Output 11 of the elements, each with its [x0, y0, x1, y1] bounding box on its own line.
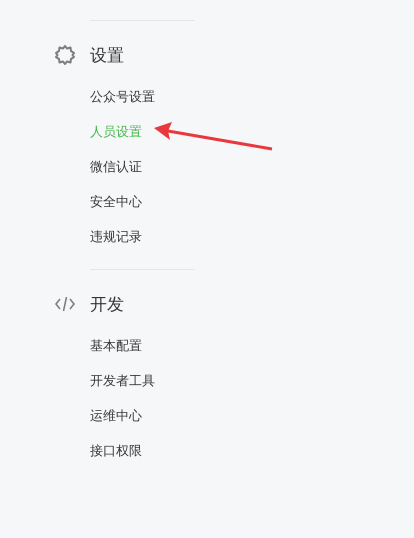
- menu-item[interactable]: 微信认证: [90, 150, 414, 185]
- menu-item[interactable]: 运维中心: [90, 399, 414, 434]
- settings-icon: [54, 44, 76, 66]
- menu-item[interactable]: 基本配置: [90, 329, 414, 364]
- menu-item[interactable]: 公众号设置: [90, 80, 414, 115]
- menu-item[interactable]: 安全中心: [90, 185, 414, 220]
- menu-item[interactable]: 接口权限: [90, 434, 414, 469]
- menu-item[interactable]: 开发者工具: [90, 364, 414, 399]
- section-title: 开发: [90, 294, 124, 316]
- section-title: 设置: [90, 44, 124, 66]
- menu-item[interactable]: 违规记录: [90, 220, 414, 255]
